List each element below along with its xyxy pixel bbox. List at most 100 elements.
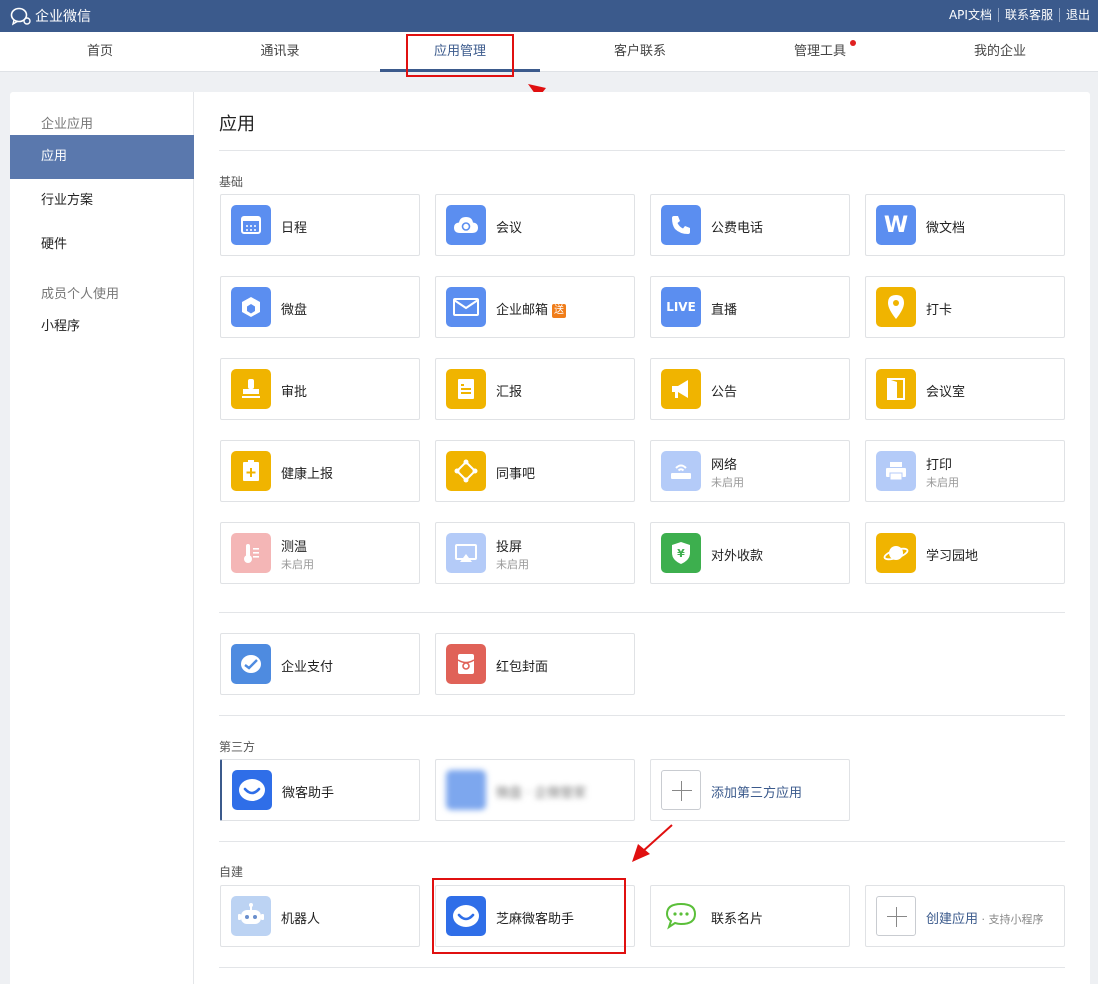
app-name: 日程 bbox=[281, 221, 308, 236]
app-card-report[interactable]: 汇报 bbox=[435, 358, 635, 420]
top-links: API文档 联系客服 退出 bbox=[943, 8, 1090, 22]
app-card-meeting[interactable]: 会议 bbox=[435, 194, 635, 256]
app-name: 机器人 bbox=[281, 912, 321, 927]
app-name: 同事吧 bbox=[496, 467, 536, 482]
section-label-third-party: 第三方 bbox=[219, 740, 256, 754]
app-name: 会议 bbox=[496, 221, 523, 236]
yuan-shield-icon: ¥ bbox=[661, 533, 701, 573]
create-app-label: 创建应用 bbox=[926, 912, 979, 927]
app-name: 健康上报 bbox=[281, 467, 334, 482]
app-card-room[interactable]: 会议室 bbox=[865, 358, 1065, 420]
plus-icon bbox=[876, 896, 916, 936]
clipboard-icon bbox=[446, 369, 486, 409]
app-card-approval[interactable]: 审批 bbox=[220, 358, 420, 420]
app-status: 未启用 bbox=[496, 558, 529, 571]
svg-text:¥: ¥ bbox=[677, 547, 685, 560]
app-name: 微盘 · 企微管家 bbox=[496, 786, 587, 801]
app-status: 未启用 bbox=[711, 476, 744, 489]
app-name: 打印 bbox=[926, 458, 953, 473]
app-name: 对外收款 bbox=[711, 549, 764, 564]
cube-icon bbox=[231, 287, 271, 327]
thermometer-icon bbox=[231, 533, 271, 573]
app-card-robot[interactable]: 机器人 bbox=[220, 885, 420, 947]
app-card-contact-card[interactable]: 联系名片 bbox=[650, 885, 850, 947]
app-name: 审批 bbox=[281, 385, 308, 400]
calendar-icon bbox=[231, 205, 271, 245]
app-name: 公费电话 bbox=[711, 221, 764, 236]
app-card-phone[interactable]: 公费电话 bbox=[650, 194, 850, 256]
router-icon bbox=[661, 451, 701, 491]
app-card-network[interactable]: 网络 未启用 bbox=[650, 440, 850, 502]
smile-bubble-icon bbox=[232, 770, 272, 810]
sidebar-group-personal: 成员个人使用 bbox=[41, 287, 120, 302]
create-app-subtext: · 支持小程序 bbox=[978, 913, 1044, 926]
app-card-enterprise-pay[interactable]: 企业支付 bbox=[220, 633, 420, 695]
create-app-button[interactable]: 创建应用 · 支持小程序 bbox=[865, 885, 1065, 947]
app-card-drive[interactable]: 微盘 bbox=[220, 276, 420, 338]
sidebar: 企业应用 应用 行业方案 硬件 成员个人使用 小程序 bbox=[10, 92, 194, 984]
sidebar-item-industry[interactable]: 行业方案 bbox=[10, 179, 194, 223]
main-nav: 首页 通讯录 应用管理 客户联系 管理工具 我的企业 bbox=[0, 32, 1098, 72]
w-doc-icon: W bbox=[876, 205, 916, 245]
app-logo-text: 企业微信 bbox=[35, 9, 91, 25]
app-card-live[interactable]: LIVE 直播 bbox=[650, 276, 850, 338]
highlight-box-nav bbox=[406, 34, 514, 77]
api-docs-link[interactable]: API文档 bbox=[943, 8, 998, 22]
app-card-red-packet[interactable]: 红包封面 bbox=[435, 633, 635, 695]
app-card-calendar[interactable]: 日程 bbox=[220, 194, 420, 256]
app-card-mail[interactable]: 企业邮箱送 bbox=[435, 276, 635, 338]
door-icon bbox=[876, 369, 916, 409]
app-card-colleague[interactable]: 同事吧 bbox=[435, 440, 635, 502]
planet-icon bbox=[876, 533, 916, 573]
chat-bubble-icon bbox=[661, 896, 701, 936]
app-card-payment[interactable]: ¥ 对外收款 bbox=[650, 522, 850, 584]
app-name: 会议室 bbox=[926, 385, 966, 400]
app-card-doc[interactable]: W 微文档 bbox=[865, 194, 1065, 256]
divider bbox=[219, 715, 1065, 716]
section-label-basic: 基础 bbox=[219, 175, 244, 189]
app-card-health[interactable]: 健康上报 bbox=[220, 440, 420, 502]
chat-bubbles-icon bbox=[10, 7, 31, 26]
app-name: 微文档 bbox=[926, 221, 966, 236]
app-card-temperature[interactable]: 测温 未启用 bbox=[220, 522, 420, 584]
sidebar-item-apps[interactable]: 应用 bbox=[10, 135, 194, 179]
nav-customer-contact[interactable]: 客户联系 bbox=[550, 32, 730, 72]
app-name: 直播 bbox=[711, 303, 738, 318]
wallet-check-icon bbox=[231, 644, 271, 684]
live-icon: LIVE bbox=[661, 287, 701, 327]
nav-management-tools[interactable]: 管理工具 bbox=[730, 32, 910, 72]
sidebar-item-hardware[interactable]: 硬件 bbox=[10, 223, 194, 267]
contact-support-link[interactable]: 联系客服 bbox=[997, 8, 1059, 22]
app-name: 测温 bbox=[281, 540, 308, 555]
app-card-screen[interactable]: 投屏 未启用 bbox=[435, 522, 635, 584]
app-card-checkin[interactable]: 打卡 bbox=[865, 276, 1065, 338]
add-third-party-app-button[interactable]: 添加第三方应用 bbox=[650, 759, 850, 821]
app-card-notice[interactable]: 公告 bbox=[650, 358, 850, 420]
nav-my-enterprise[interactable]: 我的企业 bbox=[910, 32, 1090, 72]
screen-cast-icon bbox=[446, 533, 486, 573]
app-logo[interactable]: 企业微信 bbox=[10, 6, 91, 26]
app-card-wk-helper[interactable]: 微客助手 bbox=[220, 759, 420, 821]
app-name-wrapper: 企业邮箱送 bbox=[496, 299, 567, 318]
notification-dot bbox=[850, 40, 856, 46]
app-card-blurred[interactable]: 微盘 · 企微管家 bbox=[435, 759, 635, 821]
app-card-learn[interactable]: 学习园地 bbox=[865, 522, 1065, 584]
top-bar: 企业微信 API文档 联系客服 退出 bbox=[0, 0, 1098, 32]
gift-badge: 送 bbox=[552, 304, 567, 318]
divider bbox=[219, 150, 1065, 151]
app-name: 企业支付 bbox=[281, 660, 334, 675]
sidebar-item-miniprogram[interactable]: 小程序 bbox=[10, 305, 194, 349]
app-name-wrapper: 创建应用 · 支持小程序 bbox=[926, 908, 1044, 927]
nav-home[interactable]: 首页 bbox=[10, 32, 190, 72]
app-name: 红包封面 bbox=[496, 660, 549, 675]
content-panel: 企业应用 应用 行业方案 硬件 成员个人使用 小程序 应用 基础 日程 会议 公… bbox=[10, 92, 1090, 984]
app-name: 添加第三方应用 bbox=[711, 786, 803, 801]
app-card-print[interactable]: 打印 未启用 bbox=[865, 440, 1065, 502]
logout-link[interactable]: 退出 bbox=[1058, 8, 1090, 22]
location-pin-icon bbox=[876, 287, 916, 327]
section-label-custom: 自建 bbox=[219, 865, 244, 879]
app-name: 投屏 bbox=[496, 540, 523, 555]
nav-contacts[interactable]: 通讯录 bbox=[190, 32, 370, 72]
app-name: 公告 bbox=[711, 385, 738, 400]
app-status: 未启用 bbox=[926, 476, 959, 489]
